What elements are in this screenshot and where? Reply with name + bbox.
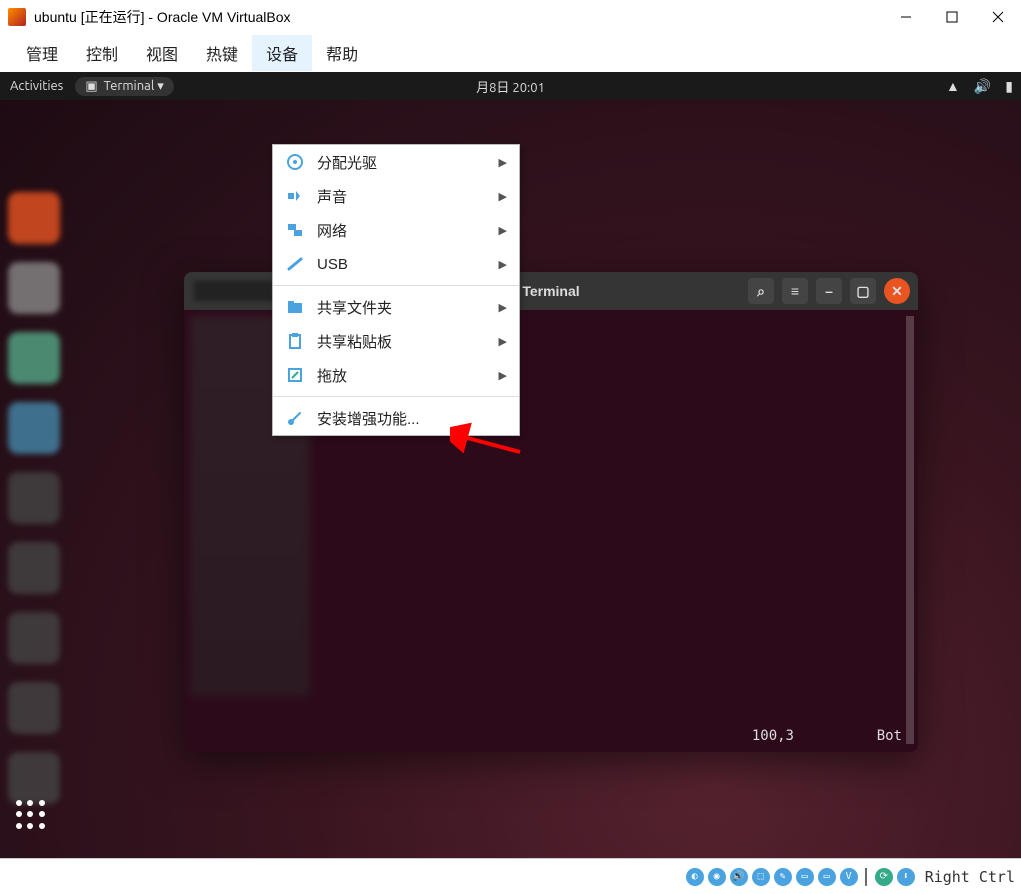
close-icon: ✕ <box>891 283 903 300</box>
vm-display-area[interactable]: Activities ▣ Terminal ▾ 月8日 20:01 ▲ 🔊 ▮ <box>0 72 1021 858</box>
menu-usb[interactable]: USB ▶ <box>273 247 519 281</box>
shared-folder-status-icon[interactable]: ▭ <box>796 868 814 886</box>
volume-icon: 🔊 <box>974 78 991 95</box>
devices-dropdown: 分配光驱 ▶ 声音 ▶ 网络 ▶ USB ▶ 共享文件夹 ▶ 共享粘贴板 ▶ <box>272 144 520 436</box>
hostkey-icon[interactable]: ⬇ <box>897 868 915 886</box>
clock[interactable]: 月8日 20:01 <box>476 77 545 96</box>
network-icon <box>285 221 305 239</box>
network-icon: ▲ <box>946 78 960 95</box>
menu-audio[interactable]: 声音 ▶ <box>273 179 519 213</box>
dock-icon[interactable] <box>8 542 60 594</box>
separator-icon: ⎮ <box>862 868 871 886</box>
optical-icon[interactable]: ◉ <box>708 868 726 886</box>
menu-separator <box>273 285 519 286</box>
disc-icon <box>285 153 305 171</box>
hdd-icon[interactable]: ◐ <box>686 868 704 886</box>
terminal-maximize-button[interactable]: ▢ <box>850 278 876 304</box>
submenu-arrow-icon: ▶ <box>499 156 507 169</box>
submenu-arrow-icon: ▶ <box>499 301 507 314</box>
menu-item-label: 网络 <box>317 220 487 241</box>
terminal-scroll-position: Bot <box>877 728 902 744</box>
terminal-menu-button[interactable]: ≡ <box>782 278 808 304</box>
menu-drag-drop[interactable]: 拖放 ▶ <box>273 358 519 392</box>
ubuntu-dock <box>8 192 68 804</box>
audio-status-icon[interactable]: 🔊 <box>730 868 748 886</box>
terminal-scrollbar[interactable] <box>906 316 914 744</box>
dock-icon[interactable] <box>8 752 60 804</box>
menu-manage[interactable]: 管理 <box>12 35 72 71</box>
hamburger-icon: ≡ <box>791 283 799 299</box>
menu-item-label: 拖放 <box>317 365 487 386</box>
terminal-minimize-button[interactable]: – <box>816 278 842 304</box>
menu-item-label: 共享粘贴板 <box>317 331 487 352</box>
battery-icon: ▮ <box>1005 78 1013 95</box>
drag-icon <box>285 366 305 384</box>
close-button[interactable] <box>975 0 1021 34</box>
dock-icon[interactable] <box>8 472 60 524</box>
terminal-icon: ▣ <box>85 79 97 94</box>
menu-install-guest-additions[interactable]: 安装增强功能... <box>273 401 519 435</box>
menu-control[interactable]: 控制 <box>72 35 132 71</box>
maximize-button[interactable] <box>929 0 975 34</box>
window-controls <box>883 0 1021 34</box>
menu-view[interactable]: 视图 <box>132 35 192 71</box>
submenu-arrow-icon: ▶ <box>499 224 507 237</box>
display-status-icon[interactable]: ▭ <box>818 868 836 886</box>
virtualbox-icon <box>8 8 26 26</box>
network-status-icon[interactable]: ⬚ <box>752 868 770 886</box>
menu-item-label: 声音 <box>317 186 487 207</box>
search-icon: ⌕ <box>757 283 765 300</box>
dock-icon[interactable] <box>8 262 60 314</box>
menu-devices[interactable]: 设备 <box>252 35 312 71</box>
terminal-title: Terminal <box>522 283 579 299</box>
dock-icon[interactable] <box>8 332 60 384</box>
menu-item-label: USB <box>317 256 487 273</box>
terminal-title-left-blur <box>194 281 274 301</box>
folder-icon <box>285 298 305 316</box>
dock-icon[interactable] <box>8 192 60 244</box>
menu-help[interactable]: 帮助 <box>312 35 372 71</box>
window-titlebar: ubuntu [正在运行] - Oracle VM VirtualBox <box>0 0 1021 34</box>
recording-status-icon[interactable]: V <box>840 868 858 886</box>
minimize-button[interactable] <box>883 0 929 34</box>
menu-item-label: 安装增强功能... <box>317 408 507 429</box>
menu-item-label: 分配光驱 <box>317 152 487 173</box>
virtualbox-statusbar: ◐ ◉ 🔊 ⬚ ✎ ▭ ▭ V ⎮ ⟳ ⬇ Right Ctrl <box>0 858 1021 894</box>
submenu-arrow-icon: ▶ <box>499 258 507 271</box>
menu-shared-clipboard[interactable]: 共享粘贴板 ▶ <box>273 324 519 358</box>
vm-state-icon[interactable]: ⟳ <box>875 868 893 886</box>
menu-network[interactable]: 网络 ▶ <box>273 213 519 247</box>
window-title: ubuntu [正在运行] - Oracle VM VirtualBox <box>34 7 291 27</box>
show-applications-button[interactable] <box>16 800 46 830</box>
system-tray[interactable]: ▲ 🔊 ▮ <box>946 78 1013 95</box>
host-menubar: 管理 控制 视图 热键 设备 帮助 <box>0 34 1021 72</box>
menu-shared-folders[interactable]: 共享文件夹 ▶ <box>273 290 519 324</box>
usb-icon <box>285 255 305 273</box>
menu-item-label: 共享文件夹 <box>317 297 487 318</box>
menu-hotkeys[interactable]: 热键 <box>192 35 252 71</box>
app-menu-terminal[interactable]: ▣ Terminal ▾ <box>75 77 173 96</box>
menu-separator <box>273 396 519 397</box>
clipboard-icon <box>285 332 305 350</box>
submenu-arrow-icon: ▶ <box>499 190 507 203</box>
dock-icon[interactable] <box>8 612 60 664</box>
dock-icon[interactable] <box>8 402 60 454</box>
dock-icon[interactable] <box>8 682 60 734</box>
terminal-search-button[interactable]: ⌕ <box>748 278 774 304</box>
submenu-arrow-icon: ▶ <box>499 369 507 382</box>
activities-button[interactable]: Activities <box>10 79 63 93</box>
submenu-arrow-icon: ▶ <box>499 335 507 348</box>
ubuntu-topbar: Activities ▣ Terminal ▾ 月8日 20:01 ▲ 🔊 ▮ <box>0 72 1021 100</box>
usb-status-icon[interactable]: ✎ <box>774 868 792 886</box>
app-menu-label: Terminal ▾ <box>104 79 164 94</box>
install-icon <box>285 409 305 427</box>
terminal-close-button[interactable]: ✕ <box>884 278 910 304</box>
audio-icon <box>285 187 305 205</box>
menu-optical-drive[interactable]: 分配光驱 ▶ <box>273 145 519 179</box>
terminal-cursor-position: 100,3 <box>752 728 794 744</box>
host-key-label: Right Ctrl <box>925 868 1015 886</box>
